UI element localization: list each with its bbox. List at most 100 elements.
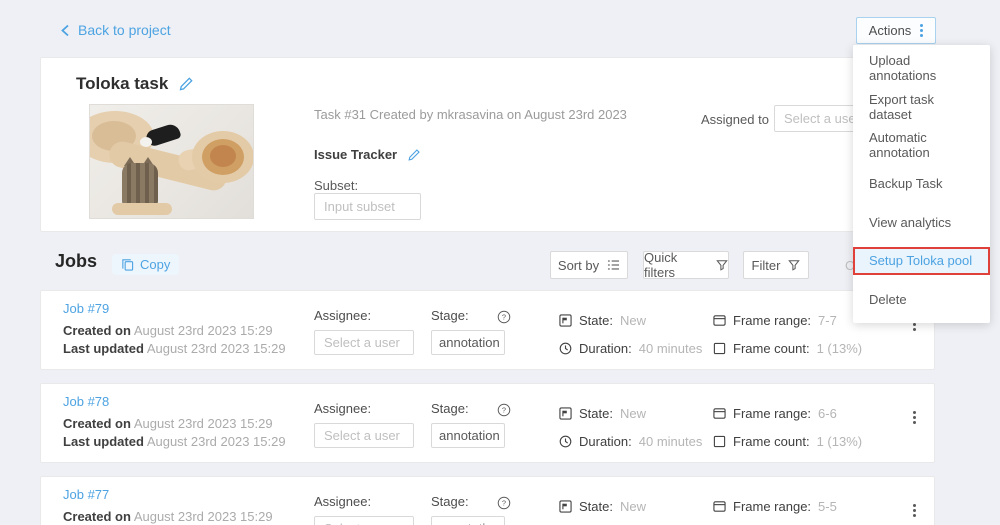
state-flag-icon xyxy=(559,499,572,513)
state-value[interactable]: New xyxy=(620,406,646,421)
sort-by-button[interactable]: Sort by xyxy=(550,251,628,279)
created-on-value: August 23rd 2023 15:29 xyxy=(133,323,273,338)
menu-item-setup-toloka-pool[interactable]: Setup Toloka pool xyxy=(853,246,990,275)
menu-item-backup-task[interactable]: Backup Task xyxy=(853,164,990,203)
duration-clock-icon xyxy=(559,435,572,448)
assigned-to-label: Assigned to xyxy=(701,112,769,127)
stage-label: Stage: xyxy=(431,494,469,509)
job-link[interactable]: Job #78 xyxy=(63,394,109,409)
last-updated-label: Last updated xyxy=(63,434,144,449)
frame-range-label: Frame range: xyxy=(733,498,812,514)
svg-text:?: ? xyxy=(502,406,506,415)
actions-dropdown-menu: Upload annotations Export task dataset A… xyxy=(853,45,990,323)
subset-label: Subset: xyxy=(314,178,359,193)
frame-count-icon xyxy=(713,342,726,355)
help-circle-icon[interactable]: ? xyxy=(497,310,511,324)
help-circle-icon[interactable]: ? xyxy=(497,496,511,510)
assignee-column: Assignee: xyxy=(314,401,414,448)
actions-button-label: Actions xyxy=(868,23,912,38)
back-to-project-link[interactable]: Back to project xyxy=(60,22,171,38)
state-label: State: xyxy=(579,312,613,328)
frame-count-value: 1 (13%) xyxy=(816,433,863,449)
state-flag-icon xyxy=(559,313,572,327)
frame-count-icon xyxy=(713,435,726,448)
quick-filters-label: Quick filters xyxy=(644,250,678,280)
issue-tracker-row: Issue Tracker xyxy=(314,147,421,162)
menu-item-view-analytics[interactable]: View analytics xyxy=(853,203,990,242)
created-on-value: August 23rd 2023 15:29 xyxy=(133,416,273,431)
frames-column: Frame range: 6-6 Frame count: 1 (13%) xyxy=(713,405,862,449)
task-summary-card: Toloka task Task #31 Created by mkrasavi… xyxy=(40,57,990,232)
stage-select[interactable]: annotation xyxy=(431,516,505,525)
duration-label: Duration: xyxy=(579,433,632,449)
frame-range-value: 5-5 xyxy=(818,498,837,514)
subset-field[interactable] xyxy=(314,193,421,220)
menu-item-delete[interactable]: Delete xyxy=(853,280,990,319)
assignee-label: Assignee: xyxy=(314,401,372,416)
filter-button[interactable]: Filter xyxy=(743,251,809,279)
frame-count-label: Frame count: xyxy=(733,340,810,356)
edit-pencil-icon[interactable] xyxy=(407,148,421,162)
task-title-row: Toloka task xyxy=(76,74,194,94)
job-assignee-input[interactable] xyxy=(314,330,414,355)
stage-label: Stage: xyxy=(431,401,469,416)
task-preview-image xyxy=(89,104,254,219)
frame-count-value: 1 (13%) xyxy=(816,340,863,356)
last-updated-value: August 23rd 2023 15:29 xyxy=(146,341,286,356)
job-assignee-input[interactable] xyxy=(314,423,414,448)
state-flag-icon xyxy=(559,406,572,420)
task-title: Toloka task xyxy=(76,74,169,93)
state-column: State: New Duration: 40 minutes xyxy=(559,498,702,525)
job-dates: Created on August 23rd 2023 15:29 Last u… xyxy=(63,508,286,525)
quick-filters-button[interactable]: Quick filters xyxy=(643,250,729,280)
assignee-column: Assignee: xyxy=(314,308,414,355)
job-assignee-input[interactable] xyxy=(314,516,414,525)
edit-pencil-icon[interactable] xyxy=(178,76,194,92)
filter-label: Filter xyxy=(751,257,781,273)
created-on-value: August 23rd 2023 15:29 xyxy=(133,509,273,524)
task-page: Back to project Actions Toloka task Task… xyxy=(0,0,1000,525)
job-card: Job #79 Created on August 23rd 2023 15:2… xyxy=(40,290,935,370)
frame-range-icon xyxy=(713,500,726,513)
menu-item-automatic-annotation[interactable]: Automatic annotation xyxy=(853,126,990,165)
copy-jobs-button[interactable]: Copy xyxy=(112,254,180,275)
stage-value: annotation xyxy=(439,428,500,443)
frame-range-icon xyxy=(713,407,726,420)
filter-funnel-icon xyxy=(788,259,801,271)
subset-input[interactable] xyxy=(314,193,421,220)
job-link[interactable]: Job #79 xyxy=(63,301,109,316)
menu-item-export-task-dataset[interactable]: Export task dataset xyxy=(853,87,990,126)
created-on-label: Created on xyxy=(63,509,131,524)
help-circle-icon[interactable]: ? xyxy=(497,403,511,417)
assignee-label: Assignee: xyxy=(314,494,372,509)
job-link[interactable]: Job #77 xyxy=(63,487,109,502)
state-value[interactable]: New xyxy=(620,499,646,514)
frame-range-label: Frame range: xyxy=(733,312,812,328)
duration-value: 40 minutes xyxy=(638,433,703,449)
job-menu-button[interactable] xyxy=(913,504,916,517)
copy-button-label: Copy xyxy=(140,257,171,272)
created-on-label: Created on xyxy=(63,416,131,431)
last-updated-value: August 23rd 2023 15:29 xyxy=(146,434,286,449)
duration-label: Duration: xyxy=(579,340,632,356)
ordered-list-icon xyxy=(607,259,620,271)
sort-by-label: Sort by xyxy=(557,257,600,273)
job-card: Job #77 Created on August 23rd 2023 15:2… xyxy=(40,476,935,525)
frame-count-label: Frame count: xyxy=(733,433,810,449)
filter-funnel-icon xyxy=(716,259,728,271)
stage-label: Stage: xyxy=(431,308,469,323)
state-label: State: xyxy=(579,498,613,514)
chevron-left-icon xyxy=(60,24,70,37)
actions-button[interactable]: Actions xyxy=(856,17,936,44)
stage-select[interactable]: annotation xyxy=(431,423,505,448)
job-menu-button[interactable] xyxy=(913,411,916,424)
state-value[interactable]: New xyxy=(620,313,646,328)
svg-text:?: ? xyxy=(502,313,506,322)
assignee-label: Assignee: xyxy=(314,308,372,323)
stage-select[interactable]: annotation xyxy=(431,330,505,355)
menu-item-upload-annotations[interactable]: Upload annotations xyxy=(853,49,990,88)
stage-column: Stage: annotation xyxy=(431,308,505,355)
assignee-column: Assignee: xyxy=(314,494,414,525)
frames-column: Frame range: 7-7 Frame count: 1 (13%) xyxy=(713,312,862,356)
jobs-heading: Jobs xyxy=(55,251,98,271)
